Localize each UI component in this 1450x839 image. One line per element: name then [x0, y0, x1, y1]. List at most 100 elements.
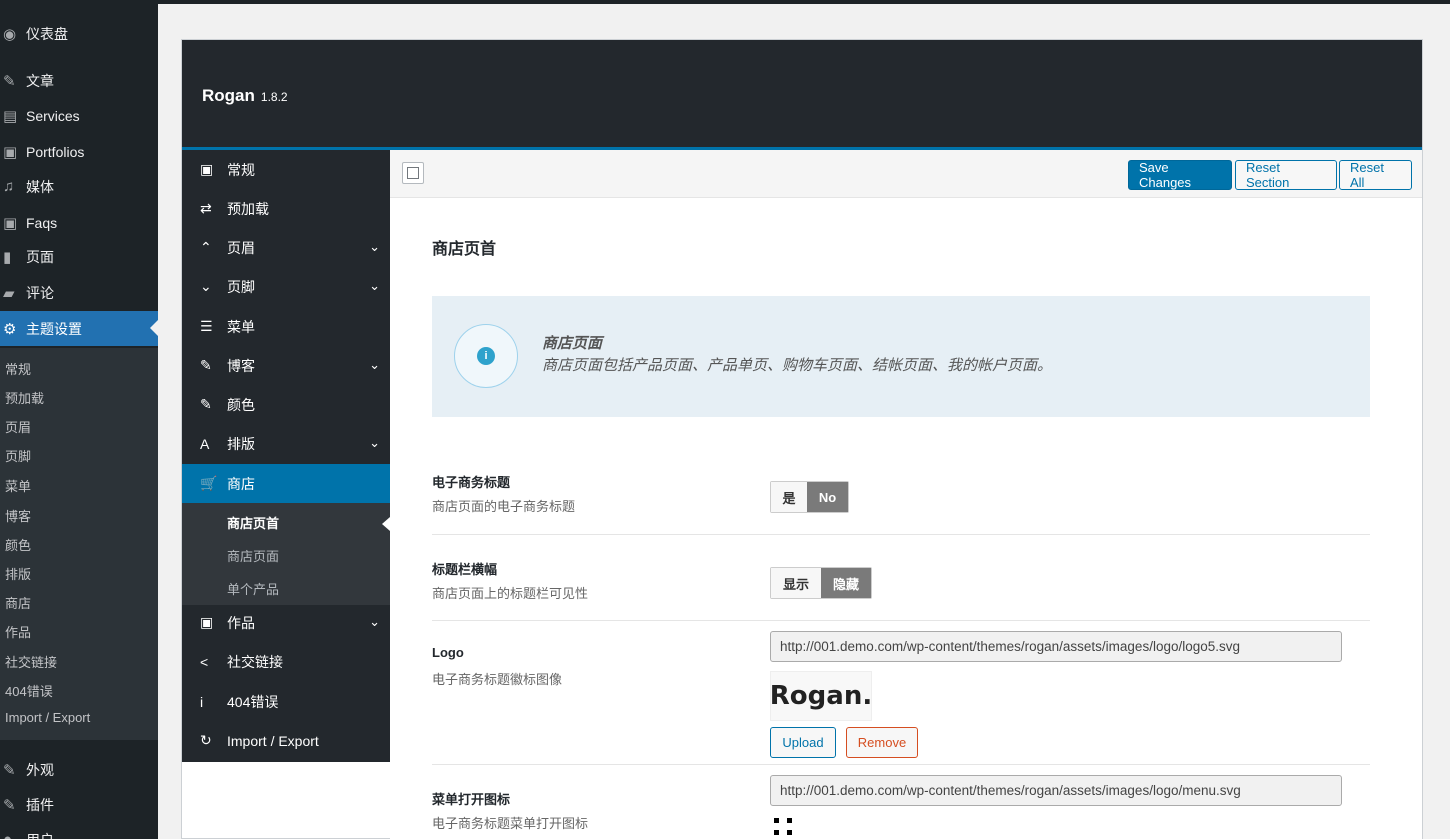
options-sidebar: ▣ 常规 ⇄ 预加载 ⌃ 页眉 ⌄ ⌄ 页脚 ⌄ ☰ 菜单 ✎ 博客 ⌄ ✎ 颜…	[182, 150, 390, 762]
wp-menu-services[interactable]: ▤ Services	[0, 98, 158, 133]
ecommerce-title-switch[interactable]: 是 No	[770, 481, 849, 513]
wp-menu-comments[interactable]: ▰ 评论	[0, 275, 158, 310]
wp-submenu-item[interactable]: 商店	[5, 593, 31, 612]
current-indicator	[382, 517, 390, 531]
menu-icon-dot	[787, 830, 792, 835]
pin-icon: ✎	[3, 72, 16, 90]
wp-menu-appearance[interactable]: ✎ 外观	[0, 752, 158, 787]
brush-icon: ✎	[200, 396, 212, 412]
wp-submenu-item[interactable]: 社交链接	[5, 652, 57, 671]
typography-icon: A	[200, 435, 210, 452]
wp-menu-plugins[interactable]: ✎ 插件	[0, 787, 158, 822]
options-tab-label: 404错误	[227, 693, 279, 710]
expand-options-button[interactable]	[402, 162, 424, 184]
switch-option-show[interactable]: 显示	[771, 568, 821, 598]
plugin-icon: ✎	[3, 796, 16, 814]
options-tab-import-export[interactable]: ↻ Import / Export	[182, 721, 390, 760]
cart-icon: 🛒	[200, 475, 218, 491]
options-tab-preload[interactable]: ⇄ 预加载	[182, 189, 390, 228]
wp-submenu-item[interactable]: 页脚	[5, 446, 31, 465]
info-title: 商店页面	[542, 335, 603, 352]
field-description: 商店页面上的标题栏可见性	[432, 586, 589, 601]
wp-menu-users[interactable]: ● 用户	[0, 822, 158, 839]
comment-icon: ▰	[3, 284, 15, 302]
wp-submenu: 常规 预加载 页眉 页脚 菜单 博客 颜色 排版 商店 作品 社交链接 404错…	[0, 348, 158, 740]
general-icon: ▣	[200, 161, 214, 177]
submenu-single-product[interactable]: 单个产品	[227, 579, 279, 598]
logo-upload-button[interactable]: Upload	[770, 727, 836, 758]
menu-icon-url-input[interactable]: http://001.demo.com/wp-content/themes/ro…	[770, 775, 1342, 806]
chevron-down-icon[interactable]: ⌄	[369, 278, 380, 294]
wp-submenu-item[interactable]: 颜色	[5, 535, 31, 554]
wp-submenu-item[interactable]: 菜单	[5, 476, 31, 495]
wp-menu-pages[interactable]: ▮ 页面	[0, 239, 158, 274]
wp-menu-label: 插件	[26, 796, 54, 813]
menu-icon: ☰	[200, 318, 213, 334]
options-tab-general[interactable]: ▣ 常规	[182, 150, 390, 189]
wp-submenu-item[interactable]: 排版	[5, 564, 31, 583]
wp-menu-theme-settings[interactable]: ⚙ 主题设置	[0, 311, 158, 346]
shop-submenu: 商店页首 商店页面 单个产品	[182, 503, 390, 605]
dashboard-icon: ◉	[3, 25, 17, 43]
options-tab-label: 菜单	[227, 318, 255, 335]
wp-submenu-item[interactable]: 404错误	[5, 681, 53, 700]
submenu-shop-header[interactable]: 商店页首	[227, 513, 279, 532]
chevron-down-icon[interactable]: ⌄	[369, 357, 380, 373]
options-tab-portfolio[interactable]: ▣ 作品 ⌄	[182, 603, 390, 642]
options-tab-label: 颜色	[227, 396, 255, 413]
chevron-down-icon[interactable]: ⌄	[369, 239, 380, 255]
options-tab-blog[interactable]: ✎ 博客 ⌄	[182, 346, 390, 385]
wp-submenu-item[interactable]: 博客	[5, 506, 31, 525]
wp-menu-posts[interactable]: ✎ 文章	[0, 63, 158, 98]
field-description: 电子商务标题菜单打开图标	[432, 816, 589, 831]
title-bar-switch[interactable]: 显示 隐藏	[770, 567, 872, 599]
wp-menu-label: Faqs	[26, 214, 58, 231]
options-toolbar: Save Changes Reset Section Reset All	[390, 150, 1422, 198]
appearance-icon: ✎	[3, 761, 16, 779]
field-label: 菜单打开图标	[432, 792, 511, 807]
wp-submenu-item[interactable]: 页眉	[5, 417, 31, 436]
preload-icon: ⇄	[200, 200, 212, 216]
wp-submenu-item[interactable]: 常规	[5, 359, 31, 378]
options-tab-404[interactable]: i 404错误	[182, 682, 390, 721]
options-tab-label: 社交链接	[227, 653, 283, 670]
chevron-down-icon[interactable]: ⌄	[369, 435, 380, 451]
options-tab-colors[interactable]: ✎ 颜色	[182, 385, 390, 424]
options-tab-menu[interactable]: ☰ 菜单	[182, 307, 390, 346]
menu-icon-dot	[774, 818, 779, 823]
menu-icon-dot	[774, 830, 779, 835]
wp-menu-media[interactable]: ♫ 媒体	[0, 169, 158, 204]
page-icon: ▮	[3, 248, 12, 266]
wp-menu-faqs[interactable]: ▣ Faqs	[0, 205, 158, 240]
wp-submenu-item[interactable]: 预加载	[5, 388, 44, 407]
options-tab-typography[interactable]: A 排版 ⌄	[182, 424, 390, 463]
options-tab-label: Import / Export	[227, 732, 319, 749]
chevron-down-icon[interactable]: ⌄	[369, 614, 380, 630]
switch-option-hide[interactable]: 隐藏	[821, 568, 871, 598]
options-tab-shop[interactable]: 🛒 商店	[182, 464, 390, 503]
options-tab-label: 预加载	[227, 200, 269, 217]
switch-option-no[interactable]: No	[807, 482, 848, 512]
info-icon: i	[200, 693, 204, 710]
field-title-bar: 标题栏横幅 商店页面上的标题栏可见性 显示 隐藏	[432, 535, 1370, 621]
wp-menu-portfolios[interactable]: ▣ Portfolios	[0, 134, 158, 169]
switch-option-yes[interactable]: 是	[771, 482, 807, 512]
options-tab-label: 作品	[227, 614, 255, 631]
admin-top-bar	[0, 0, 1450, 4]
field-ecommerce-title: 电子商务标题 商店页面的电子商务标题 是 No	[432, 460, 1370, 535]
options-tab-header[interactable]: ⌃ 页眉 ⌄	[182, 228, 390, 267]
options-panel: Rogan 1.8.2 ▣ 常规 ⇄ 预加载 ⌃ 页眉 ⌄ ⌄ 页脚 ⌄ ☰ 菜单…	[181, 39, 1423, 839]
reset-all-button[interactable]: Reset All	[1339, 160, 1412, 190]
logo-url-input[interactable]: http://001.demo.com/wp-content/themes/ro…	[770, 631, 1342, 662]
wp-submenu-item[interactable]: 作品	[5, 622, 31, 641]
save-changes-button[interactable]: Save Changes	[1128, 160, 1232, 190]
options-tab-social[interactable]: < 社交链接	[182, 642, 390, 681]
section-title: 商店页首	[432, 241, 497, 258]
wp-menu-dashboard[interactable]: ◉ 仪表盘	[0, 16, 158, 51]
submenu-shop-page[interactable]: 商店页面	[227, 546, 279, 565]
wp-submenu-item[interactable]: Import / Export	[5, 710, 90, 725]
reset-section-button[interactable]: Reset Section	[1235, 160, 1337, 190]
logo-remove-button[interactable]: Remove	[846, 727, 918, 758]
user-icon: ●	[0, 831, 26, 839]
options-tab-footer[interactable]: ⌄ 页脚 ⌄	[182, 267, 390, 306]
